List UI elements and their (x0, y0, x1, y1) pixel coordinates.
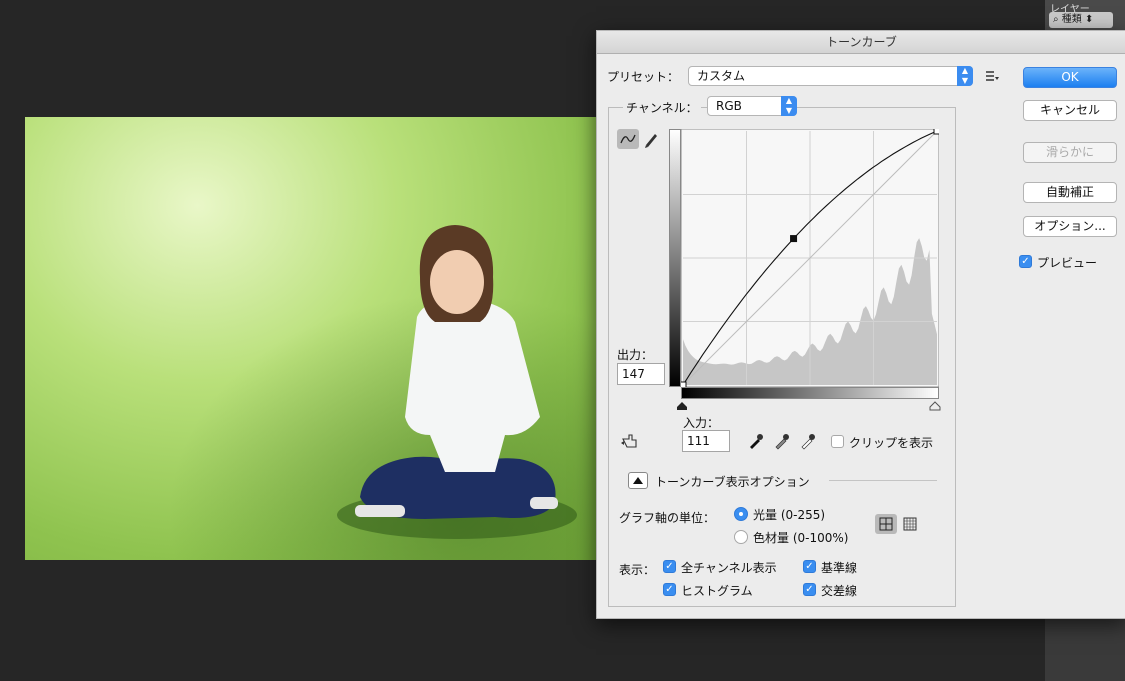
tone-curve-dialog: トーンカーブ プリセット： カスタム ▲ ▼ チャンネル： RGB ▲ ▼ 出力： … (596, 30, 1125, 619)
cancel-button[interactable]: キャンセル (1023, 100, 1117, 121)
preset-options-icon[interactable] (985, 69, 999, 83)
curve-point (933, 129, 939, 135)
white-eyedropper-icon[interactable] (799, 432, 817, 453)
pencil-icon[interactable] (643, 130, 659, 148)
show-clipping-label: クリップを表示 (849, 436, 934, 450)
radio-light-label: 光量 (0-255) (753, 508, 826, 522)
black-eyedropper-icon[interactable] (747, 432, 765, 453)
output-gradient-bar (669, 129, 681, 387)
radio-pigment[interactable] (734, 530, 748, 544)
layer-filter-select[interactable]: ⌕ 種類 ⬍ (1049, 12, 1113, 28)
show-label: 表示： (619, 563, 656, 577)
intersection-label: 交差線 (821, 584, 858, 598)
histogram-label: ヒストグラム (681, 584, 753, 598)
preset-value: カスタム (697, 69, 746, 83)
baseline-label: 基準線 (821, 561, 858, 575)
photo-content (25, 117, 600, 560)
options-button[interactable]: オプション... (1023, 216, 1117, 237)
baseline-checkbox[interactable]: ✓ (803, 560, 816, 573)
preset-select[interactable]: カスタム ▲ ▼ (688, 66, 973, 86)
gray-eyedropper-icon[interactable] (773, 432, 791, 453)
radio-light[interactable] (734, 507, 748, 521)
grid-10x10-icon[interactable] (900, 514, 920, 534)
output-label: 出力： (617, 348, 654, 362)
display-options-label: トーンカーブ表示オプション (655, 475, 810, 489)
all-channels-label: 全チャンネル表示 (681, 561, 777, 575)
layer-filter-label: 種類 (1061, 14, 1082, 25)
collapse-toggle-icon[interactable] (628, 472, 648, 489)
channel-value: RGB (716, 99, 742, 113)
black-point-slider[interactable] (676, 400, 688, 414)
channel-label: チャンネル： (623, 99, 701, 116)
curve-point-tool-icon[interactable] (617, 129, 639, 149)
dialog-title[interactable]: トーンカーブ (597, 31, 1125, 54)
white-point-slider[interactable] (929, 400, 941, 414)
targeted-adjustment-hand-icon[interactable] (619, 431, 641, 451)
all-channels-checkbox[interactable]: ✓ (663, 560, 676, 573)
input-field[interactable]: 111 (682, 430, 730, 452)
preview-label: プレビュー (1037, 256, 1098, 270)
grid-4x4-icon[interactable] (875, 514, 897, 534)
curve-graph[interactable] (681, 129, 939, 387)
chevron-updown-icon: ▲ ▼ (781, 96, 797, 116)
channel-select[interactable]: RGB ▲ ▼ (707, 96, 797, 116)
axis-units-label: グラフ軸の単位： (619, 511, 716, 525)
ok-button[interactable]: OK (1023, 67, 1117, 88)
histogram-checkbox[interactable]: ✓ (663, 583, 676, 596)
auto-button[interactable]: 自動補正 (1023, 182, 1117, 203)
chevron-updown-icon: ▲ ▼ (957, 66, 973, 86)
document-photo (25, 117, 600, 560)
output-field[interactable]: 147 (617, 363, 665, 385)
smooth-button[interactable]: 滑らかに (1023, 142, 1117, 163)
input-label: 入力： (683, 416, 720, 430)
preset-label: プリセット： (607, 70, 680, 84)
intersection-checkbox[interactable]: ✓ (803, 583, 816, 596)
input-gradient-bar (681, 387, 939, 399)
section-divider (829, 480, 937, 481)
preview-checkbox[interactable]: ✓ (1019, 255, 1032, 268)
show-clipping-checkbox[interactable] (831, 435, 844, 448)
radio-pigment-label: 色材量 (0-100%) (753, 531, 849, 545)
curve-point (790, 235, 798, 243)
